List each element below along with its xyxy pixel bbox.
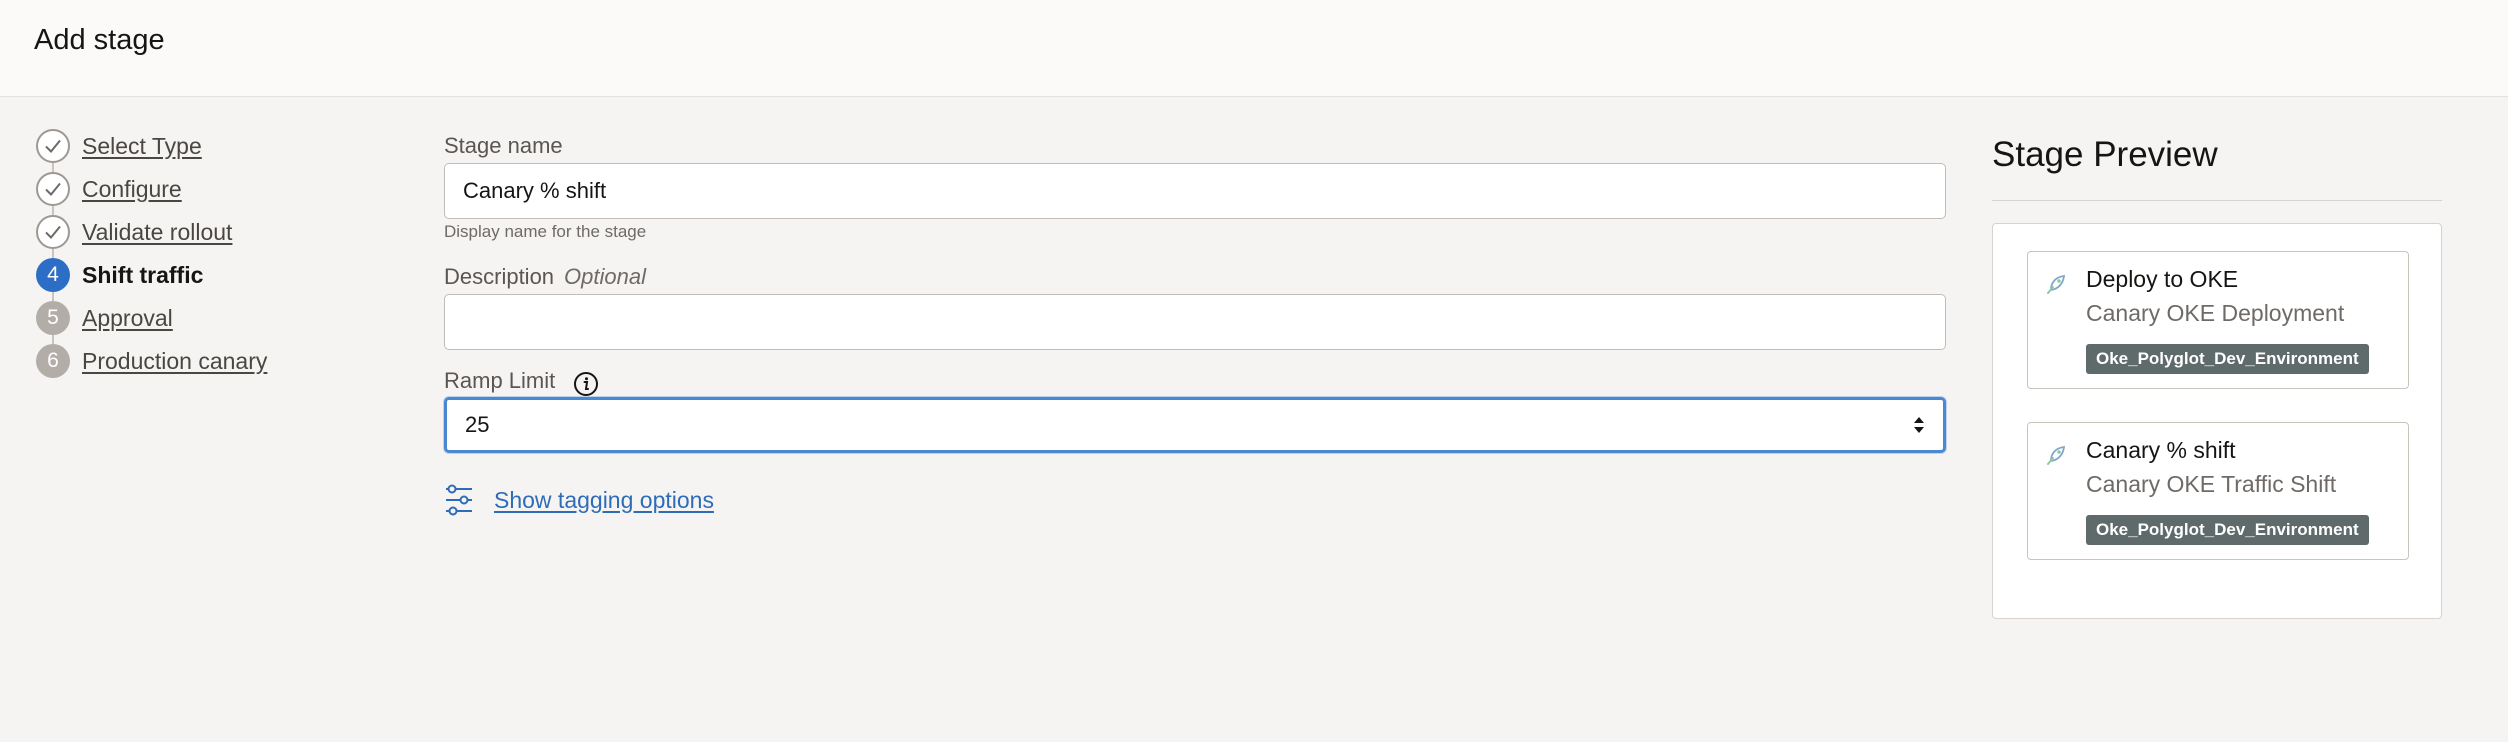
check-icon [36, 215, 70, 249]
step-number: 6 [36, 344, 70, 378]
preview-title: Stage Preview [1992, 135, 2218, 174]
stage-name-input[interactable]: Canary % shift [444, 163, 1946, 219]
page-header: Add stage [0, 0, 2508, 97]
environment-badge: Oke_Polyglot_Dev_Environment [2086, 344, 2369, 374]
description-label: Description Optional [444, 264, 646, 290]
step-number: 5 [36, 301, 70, 335]
step-label[interactable]: Configure [82, 176, 182, 203]
stage-name: Canary % shift [2086, 437, 2236, 463]
step-approval[interactable]: 5 Approval [36, 300, 356, 336]
description-label-text: Description [444, 264, 555, 289]
step-label[interactable]: Select Type [82, 133, 202, 160]
step-label[interactable]: Validate rollout [82, 219, 232, 246]
step-shift-traffic: 4 Shift traffic [36, 257, 356, 293]
check-icon [36, 172, 70, 206]
tagging-options-icon [446, 484, 472, 516]
step-validate-rollout[interactable]: Validate rollout [36, 214, 356, 250]
step-number: 4 [36, 258, 70, 292]
stage-name-hint: Display name for the stage [444, 222, 647, 241]
stage-preview-panel: Deploy to OKE Canary OKE Deployment Oke_… [1992, 223, 2442, 619]
step-label: Shift traffic [82, 261, 204, 288]
check-icon [36, 129, 70, 163]
ramp-limit-value: 25 [465, 412, 490, 437]
tagging-link-text[interactable]: Show tagging options [494, 487, 714, 514]
spinner-arrows-icon[interactable] [1911, 414, 1927, 436]
stage-card[interactable]: Canary % shift Canary OKE Traffic Shift … [2027, 422, 2409, 560]
optional-indicator: Optional [564, 264, 646, 289]
step-label[interactable]: Approval [82, 305, 173, 332]
ramp-limit-label: Ramp Limit [444, 368, 556, 393]
description-input[interactable] [444, 294, 1946, 350]
page-title: Add stage [34, 24, 165, 56]
stage-type: Canary OKE Deployment [2086, 300, 2345, 326]
step-select-type[interactable]: Select Type [36, 128, 356, 164]
environment-badge: Oke_Polyglot_Dev_Environment [2086, 515, 2369, 545]
stage-name-value: Canary % shift [463, 178, 607, 203]
step-configure[interactable]: Configure [36, 171, 356, 207]
step-production-canary[interactable]: 6 Production canary [36, 343, 356, 379]
stage-icon [2047, 445, 2066, 465]
step-label[interactable]: Production canary [82, 348, 267, 375]
stage-type: Canary OKE Traffic Shift [2086, 471, 2337, 497]
stage-icon [2047, 274, 2066, 294]
stage-name: Deploy to OKE [2086, 266, 2239, 292]
stage-card[interactable]: Deploy to OKE Canary OKE Deployment Oke_… [2027, 251, 2409, 389]
preview-divider [1992, 200, 2442, 201]
stage-name-label: Stage name [444, 133, 563, 158]
show-tagging-options-link[interactable]: Show tagging options [444, 484, 714, 516]
info-icon[interactable] [572, 370, 600, 398]
ramp-limit-input[interactable]: 25 [444, 397, 1946, 453]
